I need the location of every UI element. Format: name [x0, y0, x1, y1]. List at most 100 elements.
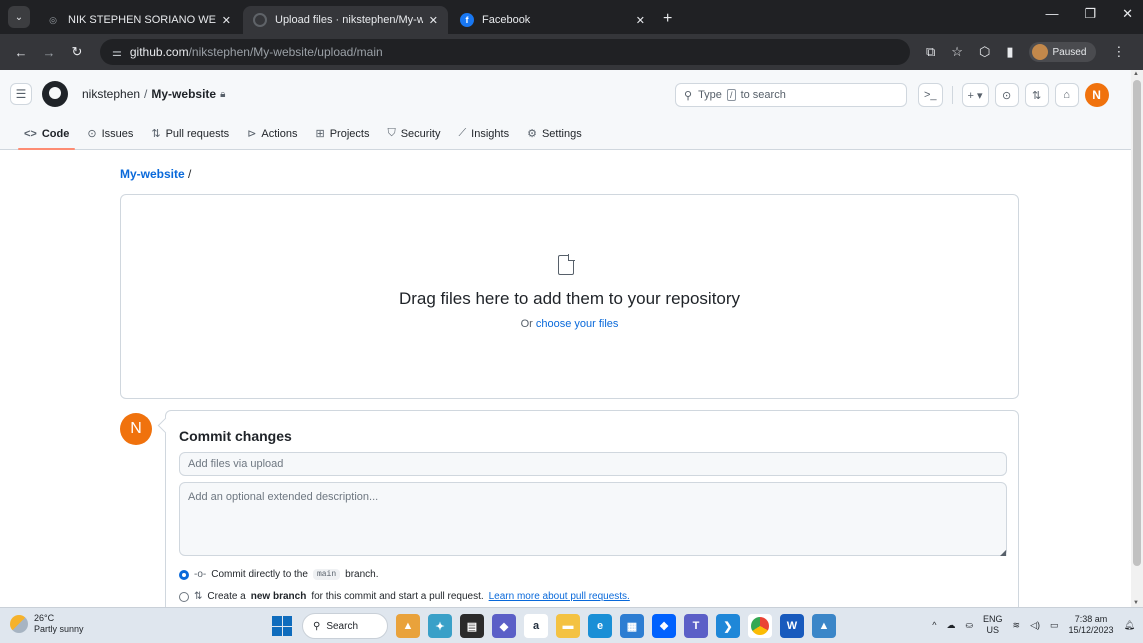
tab-label: Settings	[541, 127, 582, 140]
chevron-up-icon[interactable]: ^	[932, 620, 936, 630]
notification-bell-icon[interactable]: 🔔︎	[1124, 620, 1135, 631]
volume-icon[interactable]: ◁)	[1030, 620, 1040, 631]
inbox-icon[interactable]: ⌂	[1054, 83, 1079, 107]
copilot-icon[interactable]: ✦	[428, 614, 452, 638]
store-icon[interactable]: ▦	[620, 614, 644, 638]
chrome-icon[interactable]	[748, 614, 772, 638]
breadcrumb-repo-link[interactable]: My-website	[120, 167, 185, 181]
profile-button[interactable]: Paused	[1029, 42, 1097, 62]
extensions-icon[interactable]: ⬡	[979, 44, 990, 60]
issues-icon[interactable]: ⊙	[994, 83, 1019, 107]
back-icon[interactable]: ←	[10, 45, 32, 60]
battery-icon[interactable]: ▭	[1050, 620, 1059, 631]
commit-new-branch-option[interactable]: ⇅ Create a new branch for this commit an…	[179, 591, 630, 602]
repo-owner-link[interactable]: nikstephen	[82, 87, 140, 101]
globe-icon: ◎	[49, 14, 57, 25]
dropbox-icon[interactable]: ❖	[652, 614, 676, 638]
start-button[interactable]	[270, 614, 294, 638]
option-text: Commit directly to the	[211, 569, 308, 580]
close-icon[interactable]: ✕	[636, 14, 645, 27]
create-new-button[interactable]: + ▾	[961, 83, 989, 107]
photos-icon[interactable]: ▲	[812, 614, 836, 638]
language-indicator[interactable]: ENG US	[983, 614, 1003, 636]
edge-icon[interactable]: e	[588, 614, 612, 638]
repo-name-link[interactable]: My-website	[151, 87, 216, 101]
commit-new-branch-radio[interactable]	[179, 591, 189, 602]
kebab-menu-icon[interactable]: ⋮	[1112, 44, 1125, 60]
commit-description-input[interactable]	[179, 482, 1007, 556]
scroll-up-icon[interactable]: ▲	[1133, 71, 1139, 77]
teams-icon[interactable]: T	[684, 614, 708, 638]
taskbar-search[interactable]: ⚲ Search	[302, 613, 388, 639]
commit-title: Commit changes	[179, 428, 292, 444]
command-palette-icon[interactable]: >_	[918, 83, 943, 107]
page-scrollbar[interactable]: ▲ ▼	[1131, 70, 1143, 607]
cast-icon[interactable]: ⧉	[926, 44, 935, 60]
search-hint-post: to search	[740, 89, 786, 101]
onedrive-icon[interactable]: ⛀	[965, 620, 973, 631]
site-info-icon[interactable]: ⚌	[112, 46, 122, 59]
commit-direct-option[interactable]: -o- Commit directly to the main branch.	[179, 569, 379, 580]
choose-files-link[interactable]: choose your files	[536, 318, 619, 330]
tab-label: Code	[41, 128, 70, 140]
tab-code[interactable]: <> Code	[18, 128, 76, 150]
forward-icon[interactable]: →	[38, 45, 60, 60]
tab-insights[interactable]: ⟋ Insights	[452, 127, 515, 150]
file-explorer-icon[interactable]: ▬	[556, 614, 580, 638]
widgets-icon[interactable]: ▲	[396, 614, 420, 638]
close-icon[interactable]: ✕	[429, 14, 438, 27]
tab-projects[interactable]: ⊞ Projects	[309, 127, 375, 150]
hamburger-menu-icon[interactable]: ☰	[10, 83, 32, 105]
commit-summary-input[interactable]	[179, 452, 1007, 476]
scrollbar-thumb[interactable]	[1133, 80, 1141, 566]
restore-icon[interactable]: ❐	[1084, 6, 1096, 22]
task-view-icon[interactable]: ▤	[460, 614, 484, 638]
scroll-down-icon[interactable]: ▼	[1133, 600, 1139, 606]
browser-tab-1[interactable]: ◎ NIK STEPHEN SORIANO WEBSI ✕	[36, 6, 241, 34]
cloud-icon[interactable]: ☁	[946, 620, 955, 631]
browser-tab-2[interactable]: Upload files · nikstephen/My-w ✕	[243, 6, 448, 34]
dropzone-title: Drag files here to add them to your repo…	[398, 289, 741, 308]
minimize-icon[interactable]: —	[1045, 6, 1058, 22]
tab-search-button[interactable]: ⌄	[8, 6, 30, 28]
clock[interactable]: 7:38 am 15/12/2023	[1069, 614, 1114, 636]
browser-tab-3[interactable]: f Facebook ✕	[450, 6, 655, 34]
close-window-icon[interactable]: ✕	[1122, 6, 1133, 22]
new-tab-button[interactable]: +	[663, 10, 672, 28]
tab-label: Projects	[329, 127, 370, 140]
tab-security[interactable]: ⛉ Security	[381, 127, 446, 150]
dropzone-subtitle: Or choose your files	[121, 318, 1018, 330]
tab-pull-requests[interactable]: ⇅ Pull requests	[145, 127, 235, 150]
side-panel-icon[interactable]: ▮	[1006, 44, 1013, 60]
pull-request-icon: ⇅	[151, 128, 161, 140]
address-bar[interactable]: ⚌ github.com/nikstephen/My-website/uploa…	[100, 39, 910, 65]
learn-more-link[interactable]: Learn more about pull requests.	[489, 591, 630, 602]
bookmark-star-icon[interactable]: ☆	[951, 44, 963, 60]
pull-requests-icon[interactable]: ⇅	[1024, 83, 1049, 107]
dropzone-sub-prefix: Or	[520, 318, 533, 330]
wifi-icon[interactable]: ≋	[1013, 620, 1021, 631]
chat-icon[interactable]: ◆	[492, 614, 516, 638]
resize-handle-icon[interactable]: ◢	[1000, 548, 1006, 557]
weather-condition: Partly sunny	[34, 624, 84, 634]
tab-settings[interactable]: ⚙ Settings	[521, 127, 588, 150]
tab-actions[interactable]: ⊳ Actions	[241, 127, 303, 150]
close-icon[interactable]: ✕	[222, 14, 231, 27]
profile-status: Paused	[1052, 46, 1087, 58]
gear-icon: ⚙	[527, 128, 537, 140]
tab-issues[interactable]: ⊙ Issues	[81, 127, 139, 150]
file-dropzone[interactable]: Drag files here to add them to your repo…	[120, 194, 1019, 399]
vscode-icon[interactable]: ❯	[716, 614, 740, 638]
windows-logo-icon	[272, 616, 292, 636]
word-icon[interactable]: W	[780, 614, 804, 638]
weather-widget[interactable]: 26°C Partly sunny	[10, 613, 84, 635]
user-avatar[interactable]: N	[1084, 83, 1109, 107]
commit-direct-radio[interactable]	[179, 569, 189, 580]
amazon-icon[interactable]: a	[524, 614, 548, 638]
search-input[interactable]: ⚲ Type / to search	[675, 83, 907, 107]
graph-icon: ⟋	[458, 127, 467, 139]
browser-toolbar: ← → ↻ ⚌ github.com/nikstephen/My-website…	[0, 34, 1143, 70]
github-logo-icon[interactable]	[42, 81, 68, 107]
reload-icon[interactable]: ↻	[66, 44, 88, 60]
chevron-down-icon: ⌄	[14, 11, 24, 23]
